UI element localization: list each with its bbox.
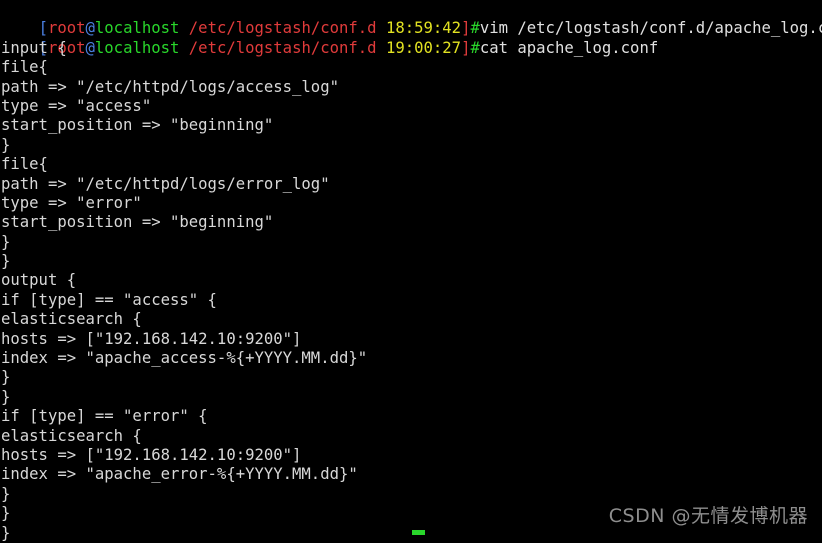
output-line: } [1, 484, 11, 503]
output-line: file{ [1, 58, 48, 77]
prompt-bracket-open-icon: [ [38, 19, 48, 38]
prompt-at-icon: @ [85, 38, 95, 57]
prompt-space-1 [179, 39, 188, 57]
output-line: output { [1, 271, 77, 290]
prompt-line: [root@localhost /etc/logstash/conf.d 18:… [0, 0, 822, 37]
watermark-text: CSDN @无情发博机器 [608, 505, 808, 527]
prompt-user: root [47, 19, 86, 38]
terminal-window[interactable]: [root@localhost /etc/logstash/conf.d 18:… [0, 0, 822, 542]
prompt-space-2 [377, 19, 386, 37]
file-content-output: input {file{path => "/etc/httpd/logs/acc… [0, 39, 822, 543]
output-line: } [1, 232, 11, 251]
prompt-host: localhost [94, 38, 180, 57]
output-line: hosts => ["192.168.142.10:9200"] [1, 445, 302, 464]
output-line: path => "/etc/httpd/logs/error_log" [1, 174, 330, 193]
output-line: } [1, 387, 11, 406]
output-line: } [1, 368, 11, 387]
output-line: file{ [1, 155, 48, 174]
prompt-time: 19:00:27 [385, 38, 462, 57]
command-text: vim /etc/logstash/conf.d/apache_log.conf [479, 19, 822, 38]
prompt-host: localhost [94, 19, 180, 38]
output-line: type => "access" [1, 96, 152, 115]
output-line: elasticsearch { [1, 310, 142, 329]
prompt-path: /etc/logstash/conf.d [188, 38, 377, 57]
prompt-at-icon: @ [85, 19, 95, 38]
command-text: cat apache_log.conf [479, 38, 659, 57]
output-line: index => "apache_error-%{+YYYY.MM.dd}" [1, 465, 358, 484]
prompt-hash-icon: # [470, 38, 480, 57]
output-line: type => "error" [1, 193, 142, 212]
prompt-space-2 [377, 39, 386, 57]
output-line: start_position => "beginning" [1, 116, 274, 135]
prompt-path: /etc/logstash/conf.d [188, 19, 377, 38]
output-line: if [type] == "error" { [1, 407, 208, 426]
terminal-cursor [412, 530, 425, 535]
prompt-time: 18:59:42 [385, 19, 462, 38]
output-line: elasticsearch { [1, 426, 142, 445]
output-line: hosts => ["192.168.142.10:9200"] [1, 329, 302, 348]
prompt-space-1 [179, 19, 188, 37]
output-line: } [1, 252, 11, 271]
output-line: index => "apache_access-%{+YYYY.MM.dd}" [1, 349, 368, 368]
output-line: path => "/etc/httpd/logs/access_log" [1, 77, 339, 96]
output-line: if [type] == "access" { [1, 290, 217, 309]
output-line: start_position => "beginning" [1, 213, 274, 232]
prompt-hash-icon: # [470, 19, 480, 38]
output-line: } [1, 135, 11, 154]
